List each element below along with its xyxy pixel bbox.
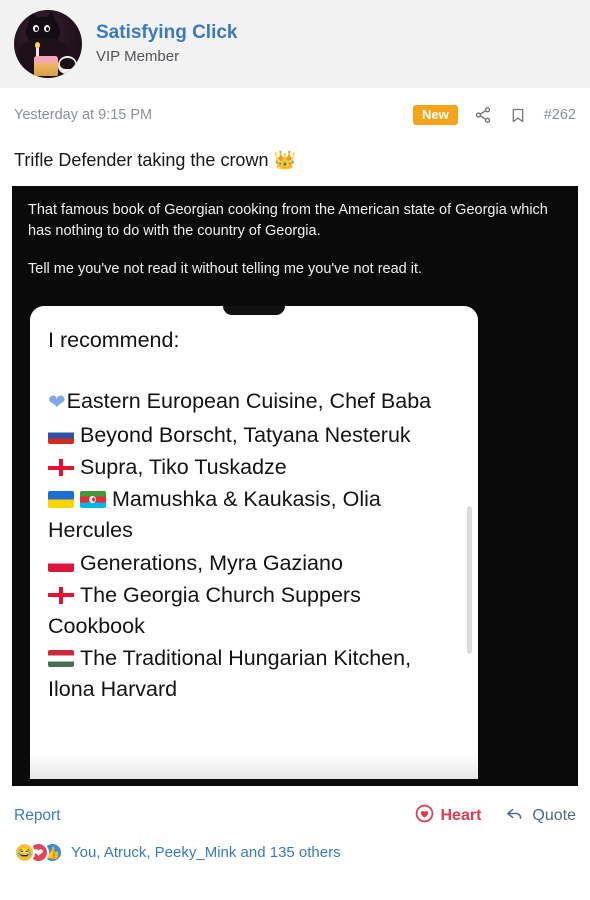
post-title: Trifle Defender taking the crown 👑	[0, 142, 590, 186]
inner-phone-card: I recommend: ❤Eastern European Cuisine, …	[30, 306, 478, 780]
heart-button-label: Heart	[440, 807, 482, 825]
list-item-label: The Georgia Church Suppers Cookbook	[48, 582, 361, 638]
list-item: Generations, Myra Gaziano	[48, 548, 460, 579]
reaction-text[interactable]: You, Atruck, Peeky_Mink and 135 others	[71, 844, 341, 861]
avatar[interactable]	[14, 10, 82, 78]
flag-ukraine-icon	[48, 491, 74, 509]
list-item-label: Generations, Myra Gaziano	[80, 550, 343, 575]
avatar-kitten	[58, 56, 77, 74]
recommend-heading: I recommend:	[48, 328, 180, 353]
avatar-eye-right	[44, 25, 50, 32]
list-item: ❤Eastern European Cuisine, Chef Baba	[48, 386, 460, 418]
list-item: Supra, Tiko Tuskadze	[48, 452, 460, 483]
inner-card-bottom-fade	[30, 753, 478, 780]
post-timestamp[interactable]: Yesterday at 9:15 PM	[14, 107, 152, 123]
quote-button-label: Quote	[532, 807, 576, 825]
username[interactable]: Satisfying Click	[96, 22, 238, 44]
heart-circle-icon	[415, 804, 434, 828]
post-meta-row: Yesterday at 9:15 PM New #262	[0, 88, 590, 142]
avatar-cake	[34, 56, 58, 76]
reply-arrow-icon	[505, 804, 525, 828]
flag-georgia-icon	[48, 586, 74, 604]
recommendation-list-container: I recommend: ❤Eastern European Cuisine, …	[30, 306, 478, 705]
heart-button[interactable]: Heart	[415, 804, 482, 828]
flag-hungary-icon	[48, 650, 74, 668]
post-actions: Report Heart Quote	[0, 786, 590, 828]
flag-poland-icon	[48, 554, 74, 572]
embed-caption-line-1: That famous book of Georgian cooking fro…	[28, 202, 548, 240]
embedded-screenshot[interactable]: That famous book of Georgian cooking fro…	[12, 186, 578, 787]
phone-notch	[223, 306, 285, 316]
list-item-label: Eastern European Cuisine, Chef Baba	[66, 389, 432, 414]
post-actions-right: Heart Quote	[415, 804, 576, 828]
reaction-icons[interactable]: 😂 ❤ 👍	[14, 842, 63, 864]
post-meta-actions: New #262	[413, 105, 576, 125]
new-badge: New	[413, 105, 458, 125]
list-item-label: Supra, Tiko Tuskadze	[80, 455, 287, 480]
list-item: Mamushka & Kaukasis, Olia Hercules	[48, 484, 460, 546]
crown-icon: 👑	[273, 150, 296, 170]
bookmark-icon[interactable]	[509, 105, 528, 125]
user-title: VIP Member	[96, 47, 180, 65]
embed-caption: That famous book of Georgian cooking fro…	[12, 186, 578, 280]
list-item-label: The Traditional Hungarian Kitchen, Ilona…	[48, 646, 412, 702]
list-item-label: Beyond Borscht, Tatyana Nesteruk	[80, 422, 411, 447]
blue-heart-icon: ❤	[48, 391, 66, 415]
inner-card-scrollbar[interactable]	[467, 506, 472, 655]
quote-button[interactable]: Quote	[505, 804, 576, 828]
post-title-text: Trifle Defender taking the crown	[14, 150, 269, 170]
embed-caption-line-2: Tell me you've not read it without telli…	[28, 261, 423, 278]
header-text: Satisfying Click VIP Member	[96, 22, 238, 65]
list-item: The Georgia Church Suppers Cookbook	[48, 580, 460, 642]
post-number[interactable]: #262	[544, 107, 576, 123]
flag-azerbaijan-icon	[80, 491, 106, 509]
list-item: The Traditional Hungarian Kitchen, Ilona…	[48, 643, 460, 705]
reactions-row: 😂 ❤ 👍 You, Atruck, Peeky_Mink and 135 ot…	[0, 828, 590, 864]
list-item: Beyond Borscht, Tatyana Nesteruk	[48, 420, 460, 451]
report-button[interactable]: Report	[14, 807, 61, 825]
post-header: Satisfying Click VIP Member	[0, 0, 590, 88]
recommendation-list: ❤Eastern European Cuisine, Chef Baba Bey…	[48, 386, 460, 705]
avatar-eye-left	[33, 25, 39, 32]
share-icon[interactable]	[474, 105, 493, 125]
flag-georgia-icon	[48, 459, 74, 477]
flag-russia-icon	[48, 426, 74, 444]
